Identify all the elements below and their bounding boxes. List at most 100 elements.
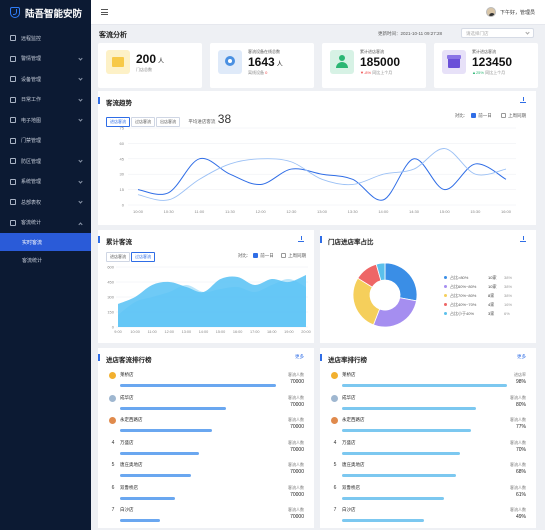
- more-link[interactable]: 更多: [295, 354, 304, 360]
- sidebar-item-access[interactable]: 门禁管理: [0, 131, 91, 152]
- download-icon[interactable]: [520, 236, 526, 242]
- sidebar-item-alarm[interactable]: 警情管理: [0, 49, 91, 70]
- progress-bar: [342, 406, 476, 410]
- download-icon[interactable]: [520, 97, 526, 103]
- chevron-down-icon: [78, 158, 83, 163]
- rank-entry-title: 进店客流排行榜: [98, 354, 152, 364]
- sidebar-item-zone[interactable]: 防区管理: [0, 151, 91, 172]
- list-item[interactable]: 莱桥店 客流人数 70000: [104, 370, 304, 393]
- metric-label: 客流人数: [510, 394, 526, 400]
- kpi-cumulative-entry: 累计进店客流 185000 ▼-8% 同比上个月: [322, 43, 426, 88]
- list-item[interactable]: 永定西路店 客流人数 70000: [104, 415, 304, 438]
- sidebar-item-map[interactable]: 电子地图: [0, 110, 91, 131]
- alarm-icon: [10, 55, 16, 62]
- medal-icon: [331, 372, 338, 379]
- list-item[interactable]: 6 双鲁桥店 客流人数 70000: [104, 483, 304, 506]
- progress-bar: [120, 474, 191, 477]
- list-item[interactable]: 5 唐庄奥地店 客流人数 68%: [326, 460, 526, 483]
- progress-bar: [342, 496, 444, 500]
- store-name: 成华店: [342, 394, 356, 400]
- metric-value: 70000: [290, 514, 304, 520]
- x-tick-label: 18:00: [267, 330, 277, 334]
- trend-chart: 0 15 30 45 60 75 10:00 10:30 11:00 11:30 12:00 12:3…: [120, 126, 516, 214]
- chevron-up-icon: [78, 221, 83, 227]
- legend-dot: [444, 303, 447, 306]
- sidebar-item-daily[interactable]: 日常工作: [0, 90, 91, 111]
- store-select[interactable]: 请选择门店: [461, 28, 534, 38]
- list-item[interactable]: 成华店 客流人数 80%: [326, 393, 526, 416]
- building-icon: [10, 199, 16, 206]
- sidebar-subitem-statistics[interactable]: 客流统计: [0, 251, 91, 269]
- progress-bar: [342, 451, 460, 455]
- menu-toggle-icon[interactable]: [101, 9, 108, 15]
- device-icon: [10, 76, 16, 83]
- checkbox-icon: [501, 113, 506, 118]
- medal-icon: [109, 372, 116, 379]
- avatar: [485, 7, 496, 17]
- opt-prev-day[interactable]: 前一日: [471, 113, 492, 118]
- store-icon: [106, 50, 130, 74]
- tab-pass[interactable]: 过店客流: [131, 252, 155, 262]
- progress-bar: [120, 496, 175, 500]
- user-menu[interactable]: 下午好，管理员: [485, 7, 535, 17]
- sidebar-item-traffic[interactable]: 客流统计: [0, 213, 91, 234]
- list-item[interactable]: 4 万盛店 客流人数 70000: [104, 438, 304, 461]
- sidebar-subitem-realtime[interactable]: 实时客流: [0, 233, 91, 251]
- metric-label: 客流人数: [288, 372, 304, 377]
- pie-slice: [384, 262, 418, 302]
- legend-item: 占比60%~80% 10家 38%: [444, 282, 530, 291]
- sidebar-item-hq[interactable]: 总部表权: [0, 192, 91, 213]
- x-tick-label: 12:30: [286, 209, 297, 214]
- legend-dot: [444, 294, 447, 297]
- compare-options: 对比: 前一日 上周同期: [454, 113, 526, 118]
- metric-label: 客流人数: [288, 394, 304, 400]
- sidebar-item-system[interactable]: 系统管理: [0, 172, 91, 193]
- analysis-header: 客流分析 更新时间：2021-10-11 09:27:28 请选择门店: [97, 28, 537, 41]
- monitor-icon: [10, 35, 16, 42]
- rank-entry-list: 莱桥店 客流人数 70000 成华店 客流人数 70000 永定西路店 客流人数 70000 4 万…: [98, 370, 310, 528]
- ratio-panel: 门店进店率占比 占比>80% 10家 38% 占比60%~80% 10家 38% 占比70%…: [320, 230, 536, 343]
- list-item[interactable]: 4 万盛店 客流人数 70%: [326, 438, 526, 461]
- download-icon[interactable]: [298, 236, 304, 242]
- opt-last-week[interactable]: 上周同期: [501, 113, 526, 118]
- x-tick-label: 11:00: [148, 330, 157, 334]
- x-tick-label: 13:30: [348, 209, 359, 214]
- x-tick-label: 9:00: [114, 330, 121, 334]
- progress-bar: [120, 384, 276, 387]
- progress-bar: [120, 519, 160, 522]
- metric-value: 70000: [290, 491, 304, 498]
- chart-icon: [10, 219, 16, 226]
- store-name: 万盛店: [342, 439, 356, 445]
- metric-label: 客流人数: [288, 484, 304, 490]
- chevron-down-icon: [78, 178, 83, 184]
- list-item[interactable]: 6 双鲁桥店 客流人数 61%: [326, 483, 526, 506]
- legend-dot: [444, 285, 447, 288]
- rank-number: 5: [333, 462, 337, 468]
- chevron-down-icon: [78, 199, 83, 204]
- list-item[interactable]: 7 白沙店 客流人数 70000: [104, 505, 304, 528]
- topbar: 下午好，管理员: [91, 0, 545, 25]
- list-item[interactable]: 5 唐庄奥地店 客流人数 70000: [104, 460, 304, 483]
- tab-entry[interactable]: 进店客流: [106, 252, 130, 262]
- store-name: 唐庄奥地店: [342, 462, 365, 467]
- store-name: 莱桥店: [120, 372, 134, 377]
- x-tick-label: 10:00: [133, 209, 144, 214]
- x-tick-label: 15:00: [216, 330, 226, 334]
- opt-last-week[interactable]: 上周同期: [281, 253, 306, 258]
- sidebar-item-device[interactable]: 设备管理: [0, 69, 91, 90]
- progress-bar: [120, 451, 199, 455]
- progress-bar: [342, 474, 456, 477]
- legend-item: 占比小于40% 3家 6%: [444, 309, 530, 318]
- list-item[interactable]: 莱桥店 进店率 98%: [326, 370, 526, 393]
- metric-value: 70000: [290, 401, 304, 408]
- sidebar-item-remote-monitor[interactable]: 远程监控: [0, 28, 91, 49]
- list-item[interactable]: 永定西路店 客流人数 77%: [326, 415, 526, 438]
- more-link[interactable]: 更多: [517, 354, 526, 360]
- opt-prev-day[interactable]: 前一日: [253, 253, 274, 258]
- x-tick-label: 20:00: [301, 330, 311, 334]
- list-item[interactable]: 成华店 客流人数 70000: [104, 393, 304, 416]
- app-logo[interactable]: 陆吾智能安防: [0, 0, 91, 25]
- x-tick-label: 16:00: [233, 330, 243, 334]
- kpi-store-count: 200 人 门店总数: [98, 43, 202, 88]
- list-item[interactable]: 7 白沙店 客流人数 49%: [326, 505, 526, 528]
